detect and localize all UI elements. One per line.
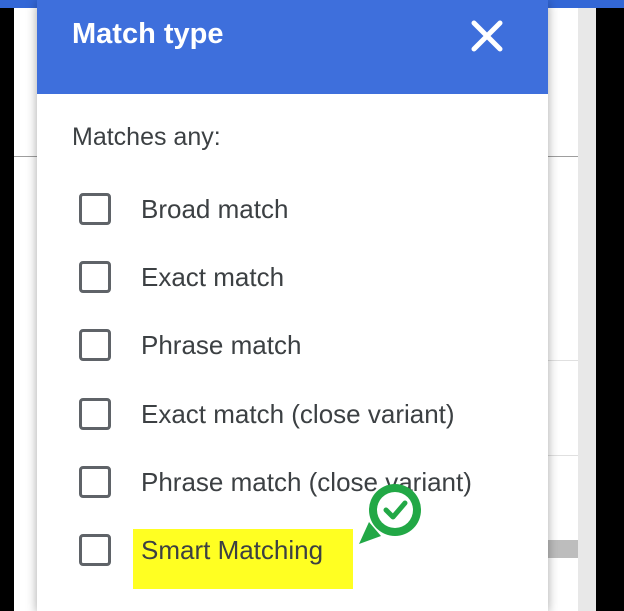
option-label: Exact match (close variant) — [141, 399, 455, 429]
dialog-header: Match type — [37, 0, 548, 94]
close-icon — [471, 20, 503, 52]
background-gray-block — [548, 540, 578, 558]
option-phrase-match[interactable]: Phrase match — [79, 326, 519, 370]
option-phrase-match-close-variant[interactable]: Phrase match (close variant) — [79, 463, 519, 507]
option-exact-match[interactable]: Exact match — [79, 258, 519, 302]
dialog-title: Match type — [72, 18, 224, 50]
option-exact-match-close-variant[interactable]: Exact match (close variant) — [79, 395, 519, 439]
smart-matching-checkbox[interactable] — [79, 534, 111, 566]
exact-match-close-variant-checkbox[interactable] — [79, 398, 111, 430]
option-label: Broad match — [141, 194, 289, 224]
option-label: Smart Matching — [141, 535, 324, 565]
match-type-dialog: Match type Matches any: Broad match Exac… — [37, 0, 548, 611]
option-label: Phrase match — [141, 330, 302, 360]
background-right-edge — [596, 8, 624, 611]
matches-any-label: Matches any: — [72, 123, 221, 151]
check-badge-icon — [359, 484, 421, 544]
background-left-edge — [0, 8, 14, 611]
phrase-match-close-variant-checkbox[interactable] — [79, 466, 111, 498]
background-divider-left — [14, 156, 38, 157]
option-label: Exact match — [141, 262, 285, 292]
close-button[interactable] — [465, 14, 509, 58]
broad-match-checkbox[interactable] — [79, 193, 111, 225]
option-smart-matching[interactable]: Smart Matching — [79, 531, 519, 575]
phrase-match-checkbox[interactable] — [79, 329, 111, 361]
background-row-border — [548, 360, 578, 361]
background-row-border — [548, 455, 578, 456]
exact-match-checkbox[interactable] — [79, 261, 111, 293]
background-scroll-area — [578, 8, 596, 611]
option-broad-match[interactable]: Broad match — [79, 190, 519, 234]
background-divider-right — [548, 156, 578, 157]
